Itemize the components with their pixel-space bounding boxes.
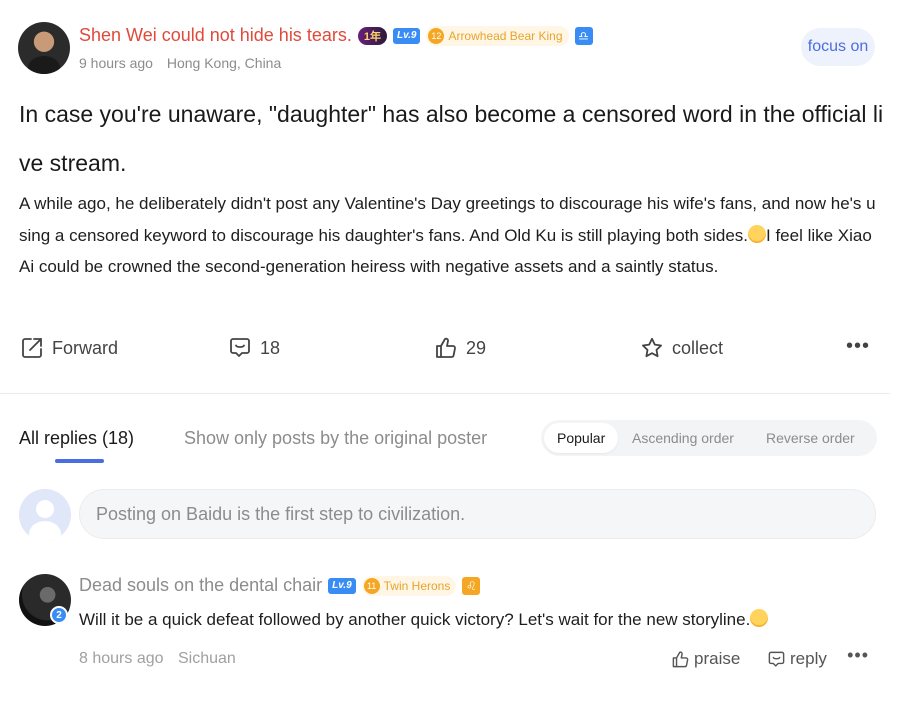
comment-text-body: Will it be a quick defeat followed by an… [79, 610, 751, 629]
thumbs-up-icon [436, 337, 456, 358]
tab-all-replies[interactable]: All replies (18) [19, 428, 134, 449]
commenter-level: Lv.9 [328, 577, 356, 594]
thumbs-up-icon [672, 650, 689, 667]
commenter-fan-level: 11 [363, 577, 380, 594]
praise-button[interactable]: praise [671, 647, 740, 671]
forward-button[interactable]: Forward [20, 332, 118, 364]
reply-input[interactable] [79, 489, 876, 539]
comment-actions: praise reply ••• [671, 645, 875, 671]
comment-count: 18 [260, 337, 281, 358]
active-tab-indicator [55, 459, 104, 463]
zodiac-leo-icon: ♌ [462, 576, 481, 595]
comment-item: 2 Dead souls on the dental chair Lv.9 11… [19, 573, 875, 673]
author-avatar[interactable] [18, 22, 70, 74]
smile-emoji-icon [750, 609, 769, 627]
follow-button[interactable]: focus on [801, 28, 875, 66]
sort-ascending[interactable]: Ascending order [632, 423, 734, 453]
reply-tabs: All replies (18) Show only posts by the … [19, 420, 879, 464]
membership-year-badge: 1年 [357, 26, 387, 45]
sort-toggle: Popular Ascending order Reverse order [541, 420, 877, 456]
reply-label: reply [790, 649, 827, 668]
post-action-bar: Forward 18 29 collect ••• [20, 332, 870, 364]
more-options-button[interactable]: ••• [846, 332, 870, 364]
collect-button[interactable]: collect [640, 332, 723, 364]
commenter-fan-badge: 11 Twin Herons [361, 575, 457, 596]
post-header: Shen Wei could not hide his tears. 1年 Lv… [18, 22, 888, 78]
comment-meta: 8 hours ago Sichuan [79, 650, 236, 668]
author-name[interactable]: Shen Wei could not hide his tears. [79, 25, 352, 46]
current-user-avatar [19, 489, 71, 541]
commenter-line: Dead souls on the dental chair Lv.9 11 T… [79, 575, 481, 596]
post-location: Hong Kong, China [166, 55, 282, 71]
author-line: Shen Wei could not hide his tears. 1年 Lv… [79, 25, 593, 46]
zodiac-libra-icon: ♎ [574, 26, 593, 45]
reply-bubble-icon [768, 651, 785, 667]
commenter-level-badge: 2 [50, 606, 68, 624]
share-icon [22, 338, 42, 358]
reply-button[interactable]: reply [767, 647, 827, 671]
fan-title: Arrowhead Bear King [448, 28, 563, 43]
forward-label: Forward [52, 337, 119, 358]
tab-original-poster-only[interactable]: Show only posts by the original poster [184, 428, 487, 449]
comment-time: 8 hours ago [79, 650, 164, 667]
commenter-fan-title: Twin Herons [383, 578, 451, 593]
comment-more-button[interactable]: ••• [847, 645, 869, 666]
like-count: 29 [466, 337, 487, 358]
reply-composer [19, 489, 877, 541]
sort-popular[interactable]: Popular [544, 423, 619, 453]
post-meta: 9 hours ago Hong Kong, China [79, 55, 281, 71]
fan-badge: 12 Arrowhead Bear King [426, 25, 569, 46]
comment-button[interactable]: 18 [228, 332, 280, 364]
post-title: In case you're unaware, "daughter" has a… [19, 101, 884, 176]
fan-level-number: 12 [428, 27, 445, 44]
sort-reverse[interactable]: Reverse order [766, 423, 855, 453]
comment-location: Sichuan [177, 650, 236, 667]
collect-label: collect [672, 337, 724, 358]
level-badge: Lv.9 [392, 27, 421, 44]
star-icon [642, 337, 662, 358]
like-button[interactable]: 29 [434, 332, 486, 364]
commenter-name[interactable]: Dead souls on the dental chair [79, 575, 322, 596]
post-body: A while ago, he deliberately didn't post… [19, 188, 881, 283]
praise-label: praise [694, 649, 741, 668]
post-time: 9 hours ago [79, 55, 153, 71]
comment-icon [230, 338, 250, 357]
divider [0, 393, 890, 394]
smile-emoji-icon [748, 224, 766, 243]
comment-text: Will it be a quick defeat followed by an… [79, 609, 769, 630]
post-body-text-1: A while ago, he deliberately didn't post… [19, 194, 876, 245]
